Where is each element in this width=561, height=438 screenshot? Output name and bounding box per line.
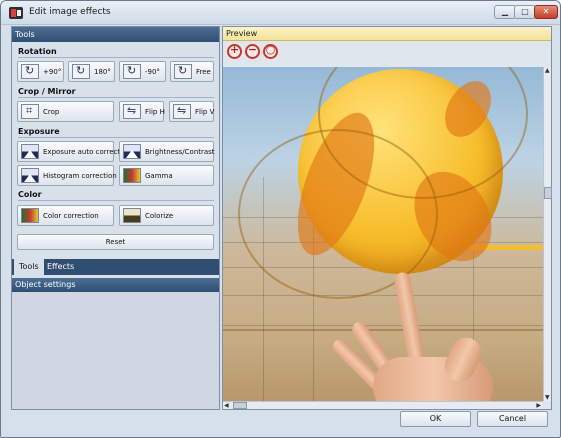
rotate-minus-90-button[interactable]: -90° bbox=[119, 61, 166, 82]
section-divider bbox=[18, 200, 214, 201]
scroll-left-icon[interactable]: ◀ bbox=[224, 402, 229, 409]
minimize-button[interactable]: ▁ bbox=[494, 5, 516, 19]
button-label: Crop bbox=[43, 107, 60, 116]
rotate-180-button[interactable]: 180° bbox=[68, 61, 115, 82]
object-settings-header: Object settings bbox=[12, 278, 219, 292]
tools-panel-header: Tools bbox=[12, 27, 219, 42]
preview-panel: Preview + − ○ ▲ ▼ ◀ ▶ bbox=[222, 26, 552, 410]
flip-vertical-button[interactable]: Flip V bbox=[169, 101, 214, 122]
ok-button[interactable]: OK bbox=[400, 411, 471, 427]
section-divider bbox=[18, 97, 214, 98]
gamma-button[interactable]: Gamma bbox=[119, 165, 214, 186]
brightness-contrast-button[interactable]: Brightness/Contrast bbox=[119, 141, 215, 162]
tab-tools[interactable]: Tools bbox=[14, 259, 44, 275]
tools-panel: Tools Rotation +90° 180° -90° Free Crop … bbox=[11, 26, 220, 410]
button-label: Exposure auto correction bbox=[43, 147, 131, 156]
exposure-icon bbox=[21, 144, 39, 159]
edit-image-effects-window: Edit image effects ▁ □ ✕ Tools Rotation … bbox=[0, 0, 561, 438]
button-label: Flip H bbox=[145, 107, 165, 116]
button-label: Colorize bbox=[145, 211, 174, 220]
cancel-button[interactable]: Cancel bbox=[477, 411, 548, 427]
scroll-up-icon[interactable]: ▲ bbox=[545, 67, 550, 74]
button-label: Free bbox=[196, 67, 211, 76]
maximize-button[interactable]: □ bbox=[514, 5, 536, 19]
flip-horizontal-icon bbox=[123, 104, 141, 119]
zoom-fit-icon[interactable]: ○ bbox=[263, 43, 278, 59]
rotate-plus-90-button[interactable]: +90° bbox=[17, 61, 64, 82]
section-divider bbox=[18, 57, 214, 58]
net-line bbox=[223, 295, 543, 296]
brightness-contrast-icon bbox=[123, 144, 141, 159]
vertical-scrollbar[interactable]: ▲ ▼ bbox=[543, 67, 552, 401]
button-label: 180° bbox=[94, 67, 111, 76]
crop-button[interactable]: Crop bbox=[17, 101, 114, 122]
histogram-icon bbox=[21, 168, 39, 183]
tab-effects[interactable]: Effects bbox=[42, 259, 79, 275]
window-title: Edit image effects bbox=[29, 7, 111, 17]
color-correction-button[interactable]: Color correction bbox=[17, 205, 114, 226]
button-label: Histogram correction bbox=[43, 171, 117, 180]
scroll-down-icon[interactable]: ▼ bbox=[545, 394, 550, 401]
crop-icon bbox=[21, 104, 39, 119]
horizontal-scrollbar[interactable]: ◀ ▶ bbox=[223, 401, 543, 409]
crop-mirror-section-title: Crop / Mirror bbox=[18, 87, 76, 96]
exposure-auto-correction-button[interactable]: Exposure auto correction bbox=[17, 141, 131, 162]
rotate-180-icon bbox=[72, 64, 90, 79]
flip-vertical-icon bbox=[173, 104, 191, 119]
preview-image[interactable] bbox=[223, 67, 543, 401]
flip-horizontal-button[interactable]: Flip H bbox=[119, 101, 165, 122]
button-label: Color correction bbox=[43, 211, 99, 220]
histogram-correction-button[interactable]: Histogram correction bbox=[17, 165, 117, 186]
rotate-free-button[interactable]: Free bbox=[170, 61, 214, 82]
net-line bbox=[223, 325, 543, 326]
rope bbox=[223, 329, 543, 331]
ball-seam bbox=[238, 129, 438, 299]
rotate-cw-icon bbox=[21, 64, 39, 79]
vertical-scroll-thumb[interactable] bbox=[544, 187, 552, 199]
zoom-toolbar: + − ○ bbox=[227, 43, 278, 60]
colorize-icon bbox=[123, 208, 141, 223]
reset-button[interactable]: Reset bbox=[17, 234, 214, 250]
gamma-icon bbox=[123, 168, 141, 183]
colorize-button[interactable]: Colorize bbox=[119, 205, 214, 226]
panel-tabs: Tools Effects bbox=[12, 259, 219, 275]
object-settings-panel bbox=[12, 292, 219, 409]
scroll-right-icon[interactable]: ▶ bbox=[536, 402, 541, 409]
rotation-section-title: Rotation bbox=[18, 47, 57, 56]
button-label: Gamma bbox=[145, 171, 173, 180]
close-button[interactable]: ✕ bbox=[534, 5, 558, 19]
exposure-section-title: Exposure bbox=[18, 127, 60, 136]
app-icon bbox=[9, 7, 23, 19]
title-bar: Edit image effects ▁ □ ✕ bbox=[1, 1, 560, 25]
zoom-out-icon[interactable]: − bbox=[245, 43, 260, 59]
button-label: Brightness/Contrast bbox=[145, 147, 215, 156]
button-label: +90° bbox=[43, 67, 62, 76]
button-label: -90° bbox=[145, 67, 160, 76]
zoom-in-icon[interactable]: + bbox=[227, 43, 242, 59]
rotate-ccw-icon bbox=[123, 64, 141, 79]
rotate-free-icon bbox=[174, 64, 192, 79]
preview-header: Preview bbox=[223, 27, 551, 41]
horizontal-scroll-thumb[interactable] bbox=[233, 402, 247, 409]
button-label: Flip V bbox=[195, 107, 215, 116]
section-divider bbox=[18, 137, 214, 138]
finger bbox=[393, 271, 425, 363]
color-correction-icon bbox=[21, 208, 39, 223]
volleyball bbox=[238, 67, 528, 299]
color-section-title: Color bbox=[18, 190, 42, 199]
